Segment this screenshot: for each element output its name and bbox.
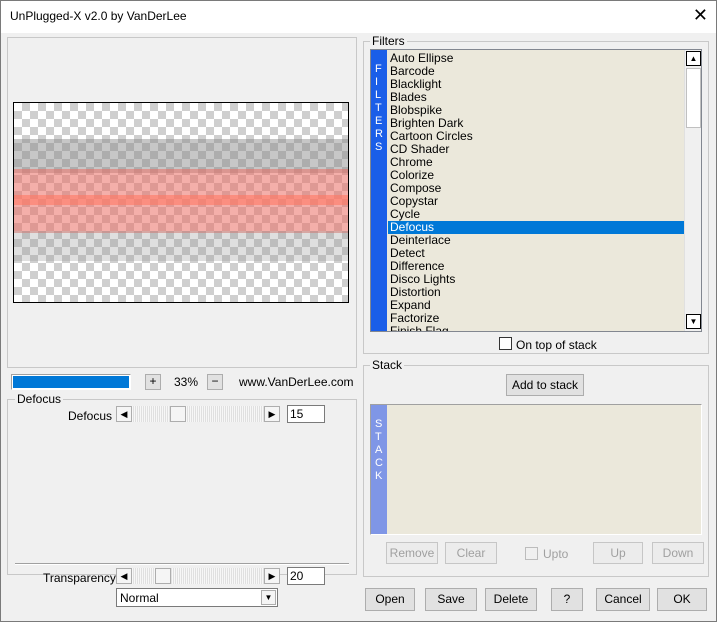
- help-button[interactable]: ?: [551, 588, 583, 611]
- preview-red-line: [14, 195, 348, 205]
- window-title: UnPlugged-X v2.0 by VanDerLee: [10, 9, 187, 23]
- preview-lower-band: [14, 231, 348, 261]
- on-top-label: On top of stack: [516, 338, 597, 352]
- side-label-letter: K: [375, 470, 383, 482]
- filters-list[interactable]: FILTERS Auto Ellipse Barcode Blacklight Bla…: [370, 49, 702, 332]
- scroll-down-icon[interactable]: ▼: [686, 314, 701, 329]
- upto-label: Upto: [543, 547, 569, 561]
- preview-gray-band: [14, 139, 348, 173]
- save-button[interactable]: Save: [425, 588, 477, 611]
- filter-item[interactable]: CD Shader: [390, 143, 685, 156]
- side-label-letter: C: [375, 457, 383, 469]
- filter-item[interactable]: Blacklight: [390, 78, 685, 91]
- side-label-letter: T: [375, 431, 382, 443]
- zoom-out-button[interactable]: −: [207, 374, 223, 390]
- stack-title: Stack: [370, 358, 405, 372]
- side-label-letter: F: [375, 63, 382, 75]
- arrow-right-icon[interactable]: ▶: [264, 406, 280, 422]
- defocus-label: Defocus: [68, 409, 113, 423]
- side-label-letter: L: [375, 89, 382, 101]
- arrow-left-icon[interactable]: ◀: [116, 406, 132, 422]
- side-label-letter: S: [375, 141, 383, 153]
- defocus-slider-thumb[interactable]: [170, 406, 187, 422]
- open-button[interactable]: Open: [365, 588, 415, 611]
- filter-item[interactable]: Deinterlace: [390, 234, 685, 247]
- arrow-right-icon[interactable]: ▶: [264, 568, 280, 584]
- filter-item[interactable]: Copystar: [390, 195, 685, 208]
- filter-item[interactable]: Cycle: [390, 208, 685, 221]
- arrow-left-icon[interactable]: ◀: [116, 568, 132, 584]
- transparency-slider-thumb[interactable]: [155, 568, 172, 584]
- remove-button[interactable]: Remove: [386, 542, 438, 564]
- ok-button[interactable]: OK: [657, 588, 707, 611]
- stack-list[interactable]: STACK: [370, 404, 702, 535]
- filters-items: Auto Ellipse Barcode Blacklight Blades Blobs…: [387, 50, 686, 331]
- transparency-label: Transparency: [43, 571, 116, 585]
- app-window: UnPlugged-X v2.0 by VanDerLee ✕ + 33% − …: [0, 0, 717, 622]
- filters-scrollbar[interactable]: ▲ ▼: [684, 50, 701, 331]
- on-top-checkbox[interactable]: [499, 337, 512, 350]
- upto-checkbox[interactable]: [525, 547, 538, 560]
- side-label-letter: A: [375, 444, 383, 456]
- preview-image[interactable]: [13, 102, 349, 303]
- blend-mode-value: Normal: [120, 591, 159, 605]
- side-label-letter: T: [375, 102, 382, 114]
- divider: [15, 563, 349, 565]
- filters-side-label: FILTERS: [371, 50, 387, 331]
- clear-button[interactable]: Clear: [445, 542, 497, 564]
- cancel-button[interactable]: Cancel: [596, 588, 650, 611]
- zoom-in-button[interactable]: +: [145, 374, 161, 390]
- add-to-stack-button[interactable]: Add to stack: [506, 374, 584, 396]
- defocus-value-field[interactable]: 15: [287, 405, 325, 423]
- filter-item[interactable]: Distortion: [390, 286, 685, 299]
- filter-params-title: Defocus: [15, 392, 64, 406]
- filter-item[interactable]: Finish Flag: [390, 325, 685, 332]
- website-link[interactable]: www.VanDerLee.com: [239, 375, 354, 389]
- scroll-up-icon[interactable]: ▲: [686, 51, 701, 66]
- filter-item[interactable]: Chrome: [390, 156, 685, 169]
- close-icon[interactable]: ✕: [693, 5, 708, 26]
- zoom-level: 33%: [174, 375, 199, 389]
- side-label-letter: S: [375, 418, 383, 430]
- progress-bar: [11, 374, 131, 390]
- defocus-slider[interactable]: [132, 406, 264, 422]
- title-bar[interactable]: UnPlugged-X v2.0 by VanDerLee ✕: [1, 1, 716, 33]
- side-label-letter: I: [375, 76, 379, 88]
- up-button[interactable]: Up: [593, 542, 643, 564]
- blend-mode-select[interactable]: Normal ▼: [116, 588, 278, 607]
- scroll-thumb[interactable]: [686, 68, 701, 128]
- stack-side-label: STACK: [371, 405, 387, 534]
- down-button[interactable]: Down: [652, 542, 704, 564]
- transparency-slider[interactable]: [132, 568, 264, 584]
- transparency-value-field[interactable]: 20: [287, 567, 325, 585]
- filter-params-group: [7, 399, 357, 575]
- progress-fill: [13, 376, 129, 388]
- filters-title: Filters: [370, 34, 407, 48]
- chevron-down-icon[interactable]: ▼: [261, 590, 276, 605]
- side-label-letter: E: [375, 115, 383, 127]
- side-label-letter: R: [375, 128, 383, 140]
- delete-button[interactable]: Delete: [485, 588, 537, 611]
